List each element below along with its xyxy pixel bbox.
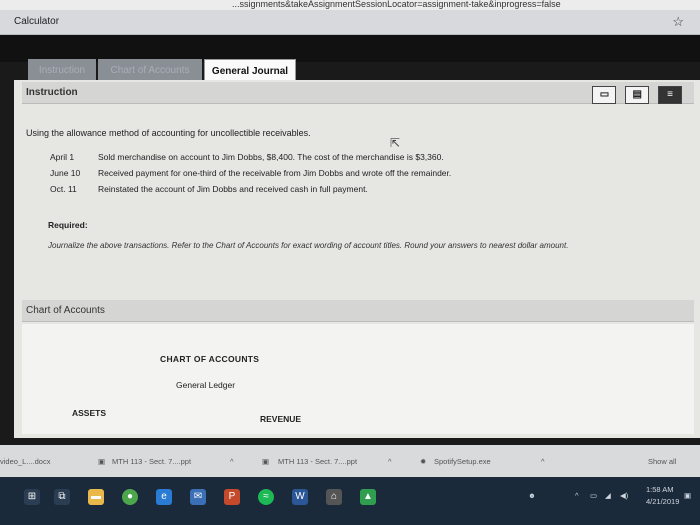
show-all-button[interactable]: Show all (648, 457, 676, 466)
instruction-header: Instruction ▭ ▤ ≡ (22, 82, 694, 104)
transaction-text: Reinstated the account of Jim Dobbs and … (98, 184, 368, 194)
downloads-bar: video_L....docx ▣ MTH 113 - Sect. 7....p… (0, 445, 700, 477)
clock-time[interactable]: 1:58 AM (646, 485, 674, 494)
coa-title: CHART OF ACCOUNTS (160, 354, 260, 364)
chrome-icon[interactable]: ● (122, 489, 138, 505)
chevron-up-icon[interactable]: ^ (230, 457, 234, 466)
star-icon[interactable]: ☆ (672, 14, 684, 30)
coa-revenue: REVENUE (260, 414, 302, 424)
coa-subtitle: General Ledger (176, 380, 236, 390)
transaction-text: Sold merchandise on account to Jim Dobbs… (98, 152, 444, 162)
word-icon[interactable]: W (292, 489, 308, 505)
url-text: ...ssignments&takeAssignmentSessionLocat… (232, 0, 561, 9)
chevron-up-icon[interactable]: ^ (541, 457, 545, 466)
window-icon[interactable]: ▭ (592, 86, 617, 104)
chevron-up-icon[interactable]: ^ (388, 457, 392, 466)
file-icon: ▣ (98, 457, 106, 466)
powerpoint-icon[interactable]: P (224, 489, 240, 505)
download-item[interactable]: MTH 113 - Sect. 7....ppt (112, 457, 191, 466)
download-item[interactable]: SpotifySetup.exe (434, 457, 491, 466)
header-band (0, 35, 700, 62)
people-icon[interactable]: ☻ (528, 491, 536, 500)
main-panel: Instruction ▭ ▤ ≡ Using the allowance me… (14, 80, 700, 438)
chart-of-accounts-header: Chart of Accounts (22, 300, 694, 322)
split-icon[interactable]: ▤ (625, 86, 650, 104)
battery-icon: ▭ (590, 491, 598, 500)
mouse-cursor-icon: ⇱ (390, 136, 401, 150)
transaction-text: Received payment for one-third of the re… (98, 168, 452, 178)
clock-date[interactable]: 4/21/2019 (646, 497, 679, 506)
tray-chevron-icon[interactable]: ^ (575, 491, 579, 500)
store-icon[interactable]: ⌂ (326, 489, 342, 505)
download-item[interactable]: video_L....docx (0, 457, 50, 466)
spotify-icon[interactable]: ≈ (258, 489, 274, 505)
chart-of-accounts-body: CHART OF ACCOUNTS General Ledger ASSETS … (22, 324, 694, 434)
instruction-header-label: Instruction (26, 87, 78, 98)
required-label: Required: (48, 220, 88, 230)
coa-assets: ASSETS (72, 408, 107, 418)
taskbar: ⊞ ⧉ ▬ ● e ✉ P ≈ W ⌂ ▲ ☻ ^ ▭ ◢ ◀) 1:58 AM… (0, 477, 700, 525)
start-icon[interactable]: ⊞ (24, 489, 40, 505)
view-icons: ▭ ▤ ≡ (586, 84, 682, 104)
wifi-icon[interactable]: ◢ (605, 491, 611, 500)
calculator-label[interactable]: Calculator (14, 16, 59, 27)
file-icon: ▣ (262, 457, 270, 466)
list-icon[interactable]: ≡ (658, 86, 682, 104)
address-bar[interactable]: ...ssignments&takeAssignmentSessionLocat… (0, 0, 700, 10)
required-text: Journalize the above transactions. Refer… (48, 241, 569, 250)
download-item[interactable]: MTH 113 - Sect. 7....ppt (278, 457, 357, 466)
transaction-date: Oct. 11 (50, 184, 77, 194)
edge-icon[interactable]: e (156, 489, 172, 505)
volume-icon[interactable]: ◀) (620, 491, 628, 500)
mail-icon[interactable]: ✉ (190, 489, 206, 505)
transaction-date: June 10 (50, 168, 81, 178)
instruction-intro: Using the allowance method of accounting… (26, 128, 311, 138)
folder-icon[interactable]: ▬ (88, 489, 104, 505)
transaction-date: April 1 (50, 152, 75, 162)
gear-icon: ✹ (420, 457, 427, 466)
notification-icon[interactable]: ▣ (684, 491, 691, 500)
drive-icon[interactable]: ▲ (360, 489, 376, 505)
task-view-icon[interactable]: ⧉ (54, 489, 70, 505)
toolbar: Calculator ☆ (0, 10, 700, 35)
